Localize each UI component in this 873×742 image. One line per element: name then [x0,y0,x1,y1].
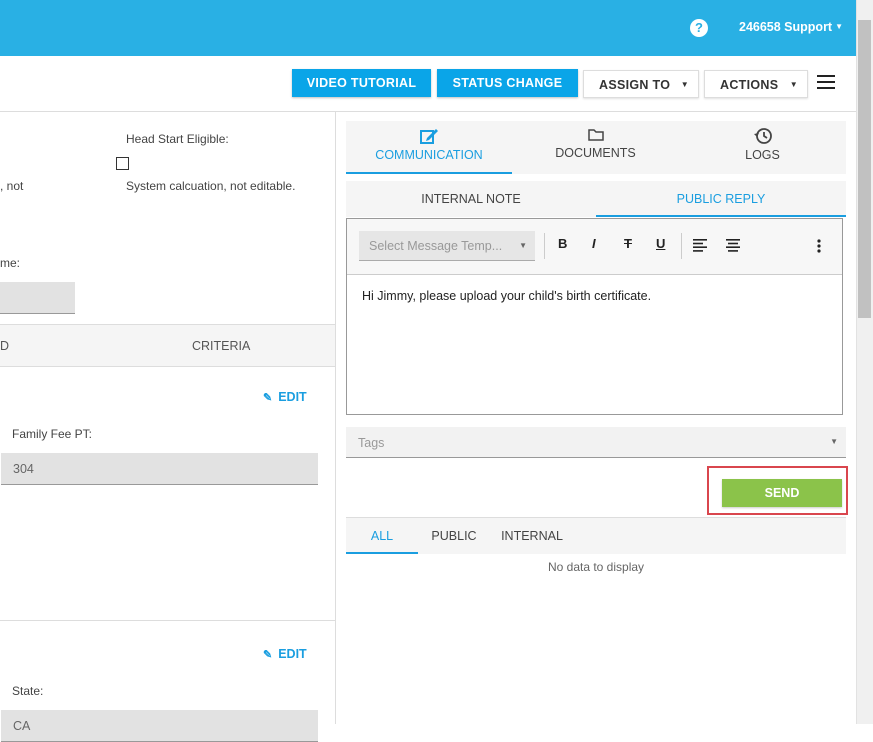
assign-to-label: ASSIGN TO [599,78,671,92]
pencil-icon: ✎ [263,649,273,661]
folder-icon [587,129,604,141]
pencil-icon: ✎ [263,392,273,404]
table-header: D CRITERIA [0,324,335,367]
edit-label: EDIT [278,647,307,661]
assign-to-dropdown[interactable]: ASSIGN TO ▼ [583,70,699,98]
tab-logs[interactable]: LOGS [679,121,846,174]
hamburger-menu-icon[interactable] [817,75,835,89]
more-options-icon[interactable] [817,239,821,253]
empty-state-message: No data to display [547,560,645,574]
tags-placeholder: Tags [358,436,385,450]
filter-tab-public[interactable]: PUBLIC [422,518,486,552]
align-left-icon[interactable] [693,239,708,252]
user-menu-label: 246658 Support [739,20,833,34]
scrollbar-thumb[interactable] [858,20,871,318]
column-header: D [0,339,10,353]
caret-down-icon: ▼ [830,437,838,446]
tags-field[interactable]: Tags ▼ [346,427,846,458]
action-toolbar: VIDEO TUTORIAL STATUS CHANGE ASSIGN TO ▼… [0,56,856,112]
send-button[interactable]: SEND [722,479,842,507]
left-panel: Head Start Eligible: System calcuation, … [0,112,336,742]
edit-button-2[interactable]: ✎ EDIT [263,647,307,661]
align-center-icon[interactable] [726,239,741,252]
top-bar: ? 246658 Support ▼ [0,0,856,56]
filter-tabs: ALL PUBLIC INTERNAL [346,517,846,554]
editor-toolbar: Select Message Temp... ▼ B I T U [347,219,842,275]
tab-internal-note[interactable]: INTERNAL NOTE [346,181,596,217]
video-tutorial-button[interactable]: VIDEO TUTORIAL [292,69,431,97]
head-start-checkbox[interactable] [116,157,129,170]
caret-down-icon: ▼ [835,22,844,31]
state-value: CA [13,719,31,733]
message-body[interactable]: Hi Jimmy, please upload your child's bir… [362,289,651,303]
tab-documents[interactable]: DOCUMENTS [512,121,679,174]
status-change-button[interactable]: STATUS CHANGE [437,69,578,97]
edit-button[interactable]: ✎ EDIT [263,390,307,404]
tab-label: COMMUNICATION [375,148,483,162]
strikethrough-button[interactable]: T [624,236,632,251]
filter-tab-all[interactable]: ALL [346,518,418,554]
actions-label: ACTIONS [720,78,779,92]
underline-button[interactable]: U [656,236,665,251]
edit-label: EDIT [278,390,307,404]
filter-tab-internal[interactable]: INTERNAL [496,518,568,552]
tab-label: DOCUMENTS [555,146,636,160]
toolbar-separator [681,233,682,259]
family-fee-label: Family Fee PT: [12,427,93,441]
edit-icon [420,129,438,144]
user-menu[interactable]: 246658 Support ▼ [739,20,843,34]
truncated-help-text: , not [0,179,24,193]
actions-dropdown[interactable]: ACTIONS ▼ [704,70,808,98]
history-icon [753,128,772,144]
help-icon[interactable]: ? [690,19,708,37]
tab-label: LOGS [745,148,780,162]
tab-communication[interactable]: COMMUNICATION [346,121,512,174]
family-fee-field[interactable]: 304 [1,453,318,485]
criteria-column-header: CRITERIA [192,339,251,353]
bold-button[interactable]: B [558,236,567,251]
template-placeholder: Select Message Temp... [369,239,503,253]
section-divider [0,620,335,621]
head-start-help-text: System calcuation, not editable. [126,179,296,193]
caret-down-icon: ▼ [519,241,527,250]
head-start-label: Head Start Eligible: [126,132,229,146]
state-label: State: [12,684,44,698]
toolbar-separator [544,233,545,259]
truncated-field-label: me: [0,256,21,270]
italic-button[interactable]: I [592,236,596,251]
family-fee-value: 304 [13,462,34,476]
caret-down-icon: ▼ [789,80,798,89]
template-select[interactable]: Select Message Temp... ▼ [359,231,535,261]
message-editor: Select Message Temp... ▼ B I T U Hi Jimm… [346,218,843,415]
caret-down-icon: ▼ [680,80,689,89]
tab-public-reply[interactable]: PUBLIC REPLY [596,181,846,217]
truncated-input[interactable] [0,282,75,314]
state-field[interactable]: CA [1,710,318,742]
